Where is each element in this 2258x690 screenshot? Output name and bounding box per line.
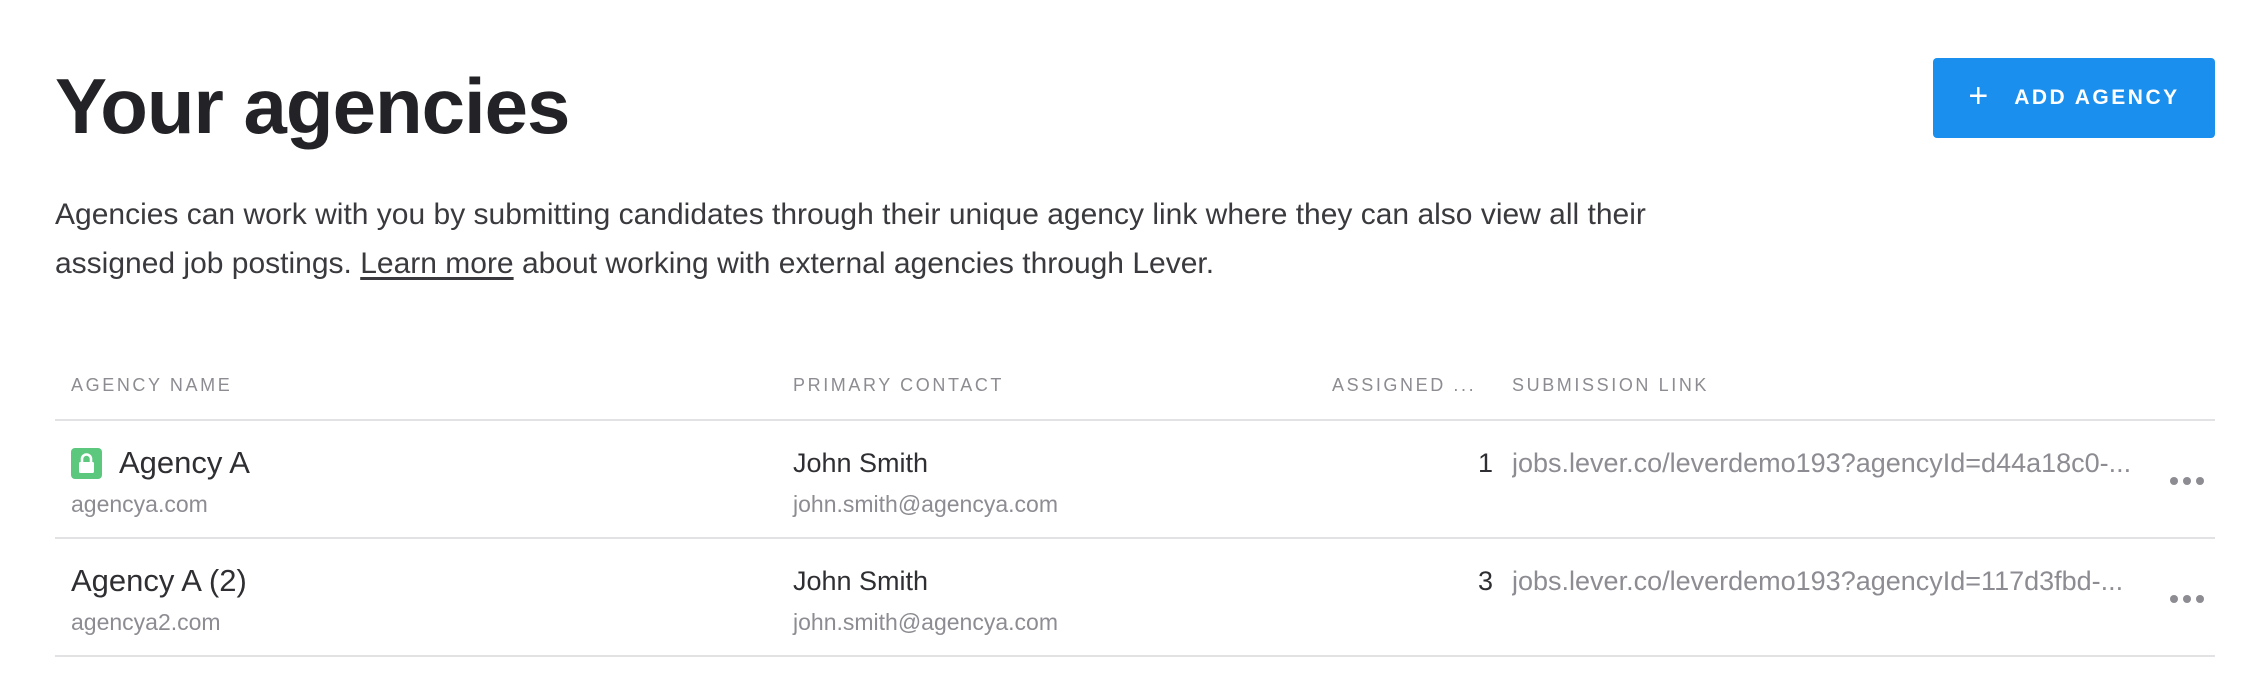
add-agency-button[interactable]: + ADD AGENCY	[1933, 58, 2215, 138]
agencies-page: Your agencies + ADD AGENCY Agencies can …	[55, 0, 2215, 690]
table-row[interactable]: Agency A (2) agencya2.com John Smith joh…	[55, 539, 2215, 657]
agency-name[interactable]: Agency A	[119, 445, 250, 481]
table-row[interactable]: Agency A agencya.com John Smith john.smi…	[55, 421, 2215, 539]
assigned-count: 1	[1477, 448, 1493, 478]
submission-link[interactable]: jobs.lever.co/leverdemo193?agencyId=d44a…	[1512, 448, 2132, 479]
learn-more-link[interactable]: Learn more	[360, 247, 513, 280]
agency-name[interactable]: Agency A (2)	[71, 563, 247, 599]
agency-name-cell: Agency A	[71, 445, 250, 481]
column-header-assigned[interactable]: ASSIGNED ...	[1332, 375, 1476, 396]
lock-icon	[71, 447, 102, 479]
agency-domain: agencya.com	[71, 491, 208, 517]
description-text-end: about working with external agencies thr…	[513, 247, 1215, 280]
table-header: AGENCY NAME PRIMARY CONTACT ASSIGNED ...…	[55, 355, 2215, 421]
column-header-submission-link[interactable]: SUBMISSION LINK	[1512, 375, 1709, 396]
contact-name: John Smith	[793, 566, 929, 596]
plus-icon: +	[1968, 77, 1989, 115]
contact-name: John Smith	[793, 448, 929, 478]
more-options-icon[interactable]	[2159, 579, 2215, 619]
column-header-primary-contact[interactable]: PRIMARY CONTACT	[793, 375, 1004, 396]
more-options-icon[interactable]	[2159, 461, 2215, 501]
submission-link[interactable]: jobs.lever.co/leverdemo193?agencyId=117d…	[1512, 566, 2132, 597]
agencies-table: AGENCY NAME PRIMARY CONTACT ASSIGNED ...…	[55, 355, 2215, 657]
contact-email: john.smith@agencya.com	[793, 491, 1058, 517]
page-description: Agencies can work with you by submitting…	[55, 190, 1695, 288]
agency-name-cell: Agency A (2)	[71, 563, 247, 599]
contact-email: john.smith@agencya.com	[793, 609, 1058, 635]
column-header-agency-name[interactable]: AGENCY NAME	[71, 375, 232, 396]
agency-domain: agencya2.com	[71, 609, 221, 635]
add-agency-label: ADD AGENCY	[2014, 86, 2180, 109]
assigned-count: 3	[1477, 566, 1493, 596]
page-title: Your agencies	[55, 62, 570, 150]
